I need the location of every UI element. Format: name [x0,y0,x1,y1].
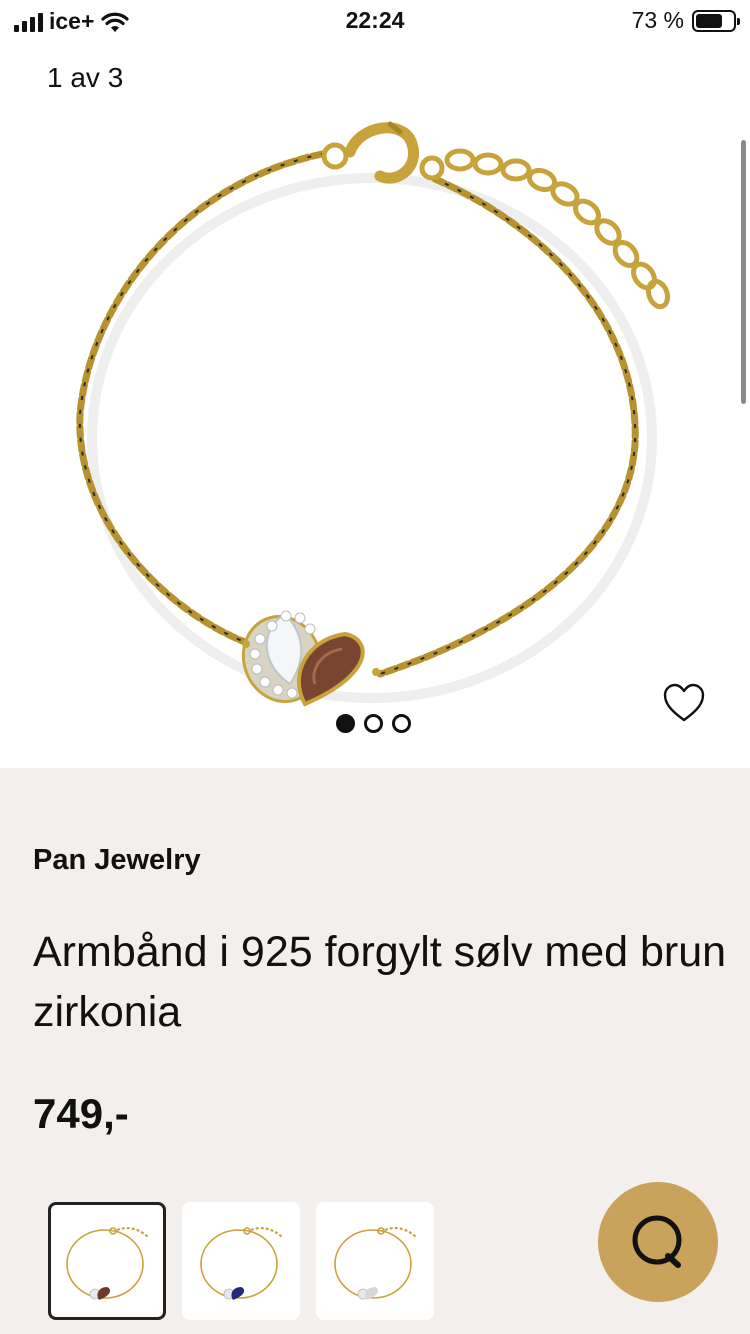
pagination-dot-3[interactable] [392,714,411,733]
pagination-dot-2[interactable] [364,714,383,733]
product-title: Armbånd i 925 forgylt sølv med brun zirk… [33,928,727,1036]
scrollbar[interactable] [741,140,746,404]
product-price: 749,- [33,1090,129,1137]
status-bar: ice+ 22:24 73 % [0,0,750,44]
variant-image [66,1227,150,1300]
battery-percent: 73 % [631,7,684,33]
pagination-dot-1[interactable] [336,714,355,733]
product-gallery[interactable]: 1 av 3 [0,44,750,768]
battery-nub [737,17,740,25]
variant-image [200,1227,284,1300]
chat-button[interactable] [598,1182,718,1302]
product-brand[interactable]: Pan Jewelry [33,844,201,877]
variant-thumbnail-2[interactable] [182,1202,300,1320]
battery-fill [696,13,723,28]
gallery-pagination [336,714,411,733]
status-right: 73 % [631,7,740,34]
variant-thumbnail-1[interactable] [48,1202,166,1320]
chat-bubble-icon [632,1215,682,1268]
heart-outline-icon[interactable] [662,682,706,726]
variant-selector [48,1202,434,1320]
battery-icon [692,9,740,32]
product-image[interactable] [60,84,710,724]
variant-image [334,1227,418,1300]
variant-thumbnail-3[interactable] [316,1202,434,1320]
